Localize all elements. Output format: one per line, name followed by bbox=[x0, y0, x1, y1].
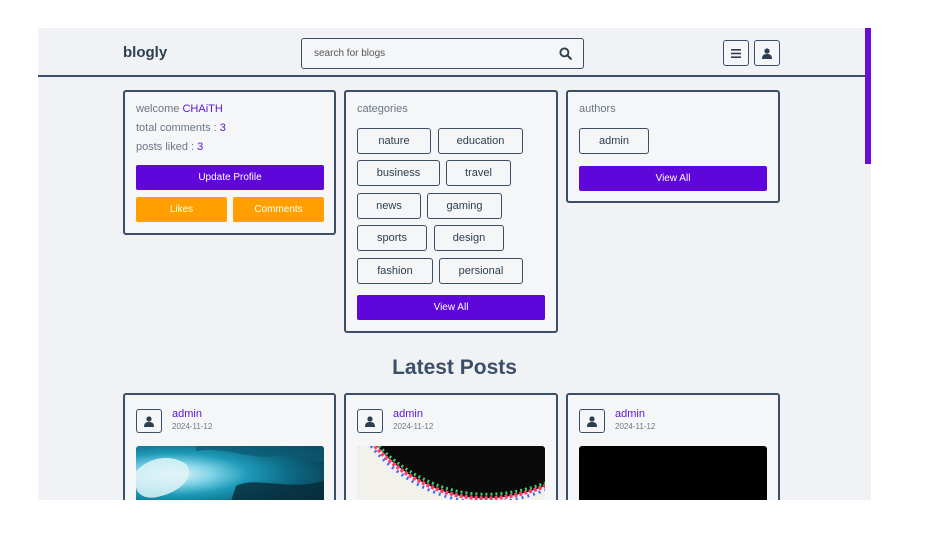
search-input[interactable] bbox=[314, 39, 554, 68]
post-date: 2024-11-12 bbox=[393, 422, 434, 431]
profile-card: welcome CHAiTH total comments : 3 posts … bbox=[123, 90, 336, 235]
category-tag[interactable]: travel bbox=[446, 160, 511, 186]
post-thumbnail[interactable] bbox=[357, 446, 545, 500]
post-card[interactable]: admin 2024-11-12 bbox=[123, 393, 336, 500]
scrollbar-thumb[interactable] bbox=[865, 28, 871, 164]
post-card[interactable]: admin 2024-11-12 bbox=[566, 393, 780, 500]
update-profile-button[interactable]: Update Profile bbox=[136, 165, 324, 190]
total-comments-count: 3 bbox=[219, 122, 226, 134]
category-tag[interactable]: persional bbox=[439, 258, 523, 284]
user-icon bbox=[365, 415, 375, 427]
authors-card: authors admin View All bbox=[566, 90, 780, 203]
author-avatar bbox=[357, 409, 383, 433]
posts-liked-line: posts liked : 3 bbox=[136, 141, 203, 153]
category-tag[interactable]: sports bbox=[357, 225, 427, 251]
logo[interactable]: blogly bbox=[123, 44, 167, 61]
thumbnail-artwork bbox=[357, 446, 545, 500]
post-thumbnail[interactable] bbox=[579, 446, 767, 500]
category-tag[interactable]: gaming bbox=[427, 193, 502, 219]
post-date: 2024-11-12 bbox=[172, 422, 213, 431]
authors-view-all-button[interactable]: View All bbox=[579, 166, 767, 191]
category-tag[interactable]: news bbox=[357, 193, 421, 219]
post-author[interactable]: admin bbox=[615, 408, 645, 420]
username[interactable]: CHAiTH bbox=[182, 103, 222, 115]
thumbnail-artwork bbox=[136, 446, 324, 500]
likes-button[interactable]: Likes bbox=[136, 197, 227, 222]
category-tag[interactable]: nature bbox=[357, 128, 431, 154]
author-tag[interactable]: admin bbox=[579, 128, 649, 154]
menu-icon bbox=[731, 48, 741, 58]
author-avatar bbox=[579, 409, 605, 433]
app-window: blogly welcome CHAiTH bbox=[38, 28, 871, 500]
categories-heading: categories bbox=[357, 103, 408, 115]
categories-view-all-button[interactable]: View All bbox=[357, 295, 545, 320]
category-tag[interactable]: business bbox=[357, 160, 440, 186]
post-date: 2024-11-12 bbox=[615, 422, 656, 431]
total-comments-label: total comments : bbox=[136, 122, 220, 134]
posts-liked-label: posts liked : bbox=[136, 141, 198, 153]
post-author[interactable]: admin bbox=[393, 408, 423, 420]
author-avatar bbox=[136, 409, 162, 433]
user-icon bbox=[587, 415, 597, 427]
search-bar[interactable] bbox=[301, 38, 584, 69]
menu-button[interactable] bbox=[723, 40, 749, 66]
post-card[interactable]: admin 2024-11-12 bbox=[344, 393, 558, 500]
category-tag[interactable]: fashion bbox=[357, 258, 433, 284]
user-icon bbox=[762, 47, 772, 59]
welcome-label: welcome bbox=[136, 103, 183, 115]
latest-posts-heading: Latest Posts bbox=[392, 356, 517, 379]
post-thumbnail[interactable] bbox=[136, 446, 324, 500]
header: blogly bbox=[38, 28, 871, 77]
category-tag[interactable]: education bbox=[438, 128, 523, 154]
authors-heading: authors bbox=[579, 103, 616, 115]
categories-card: categories nature education business tra… bbox=[344, 90, 558, 333]
total-comments-line: total comments : 3 bbox=[136, 122, 226, 134]
search-icon[interactable] bbox=[559, 47, 572, 60]
post-author[interactable]: admin bbox=[172, 408, 202, 420]
category-tag[interactable]: design bbox=[434, 225, 504, 251]
welcome-line: welcome CHAiTH bbox=[136, 103, 223, 115]
comments-button[interactable]: Comments bbox=[233, 197, 324, 222]
posts-liked-count: 3 bbox=[197, 141, 204, 153]
profile-button[interactable] bbox=[754, 40, 780, 66]
user-icon bbox=[144, 415, 154, 427]
